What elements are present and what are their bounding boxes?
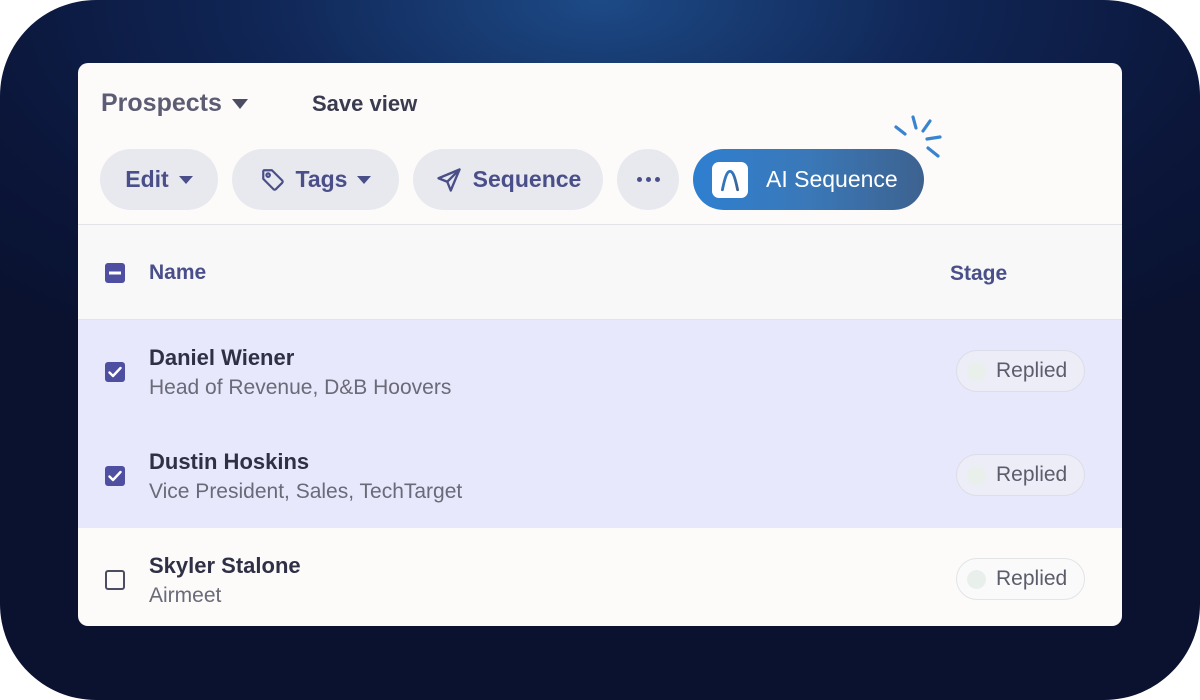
view-title: Prospects	[101, 89, 222, 117]
tags-label: Tags	[295, 166, 348, 192]
prospect-title: Airmeet	[149, 584, 222, 607]
table-header: Name Stage	[78, 224, 1122, 320]
stage-badge[interactable]: Replied	[956, 454, 1085, 496]
edit-label: Edit	[125, 166, 169, 192]
stage-dot-icon	[967, 569, 986, 589]
stage-label: Replied	[996, 463, 1068, 486]
table-row[interactable]: Daniel Wiener Head of Revenue, D&B Hoove…	[78, 320, 1122, 424]
ai-sequence-label: AI Sequence	[766, 166, 898, 192]
ai-logo-icon	[712, 161, 748, 198]
table-row[interactable]: Dustin Hoskins Vice President, Sales, Te…	[78, 424, 1122, 528]
column-header-name[interactable]: Name	[149, 261, 206, 285]
save-view-button[interactable]: Save view	[312, 91, 417, 117]
sequence-button[interactable]: Sequence	[413, 149, 603, 210]
prospects-panel: Prospects Save view Edit Tags Sequence A…	[78, 63, 1122, 626]
prospect-title: Head of Revenue, D&B Hoovers	[149, 376, 452, 399]
table-row[interactable]: Skyler Stalone Airmeet Replied	[78, 528, 1122, 626]
column-header-stage[interactable]: Stage	[950, 262, 1007, 286]
stage-label: Replied	[996, 567, 1068, 590]
more-dots-icon	[636, 177, 660, 182]
send-icon	[437, 167, 461, 192]
row-checkbox[interactable]	[105, 466, 125, 486]
stage-badge[interactable]: Replied	[956, 350, 1085, 392]
edit-button[interactable]: Edit	[100, 149, 218, 210]
more-actions-button[interactable]	[617, 149, 679, 210]
tag-icon	[261, 168, 284, 191]
app-frame: Prospects Save view Edit Tags Sequence A…	[0, 0, 1200, 700]
prospect-name[interactable]: Dustin Hoskins	[149, 449, 309, 475]
tags-button[interactable]: Tags	[232, 149, 399, 210]
caret-down-icon	[357, 175, 372, 184]
view-selector[interactable]: Prospects	[101, 89, 248, 118]
minus-icon	[109, 271, 121, 275]
checkmark-icon	[108, 366, 122, 378]
row-checkbox[interactable]	[105, 570, 125, 590]
sequence-label: Sequence	[472, 166, 582, 192]
select-all-checkbox[interactable]	[105, 263, 125, 283]
caret-down-icon	[178, 175, 193, 184]
row-checkbox[interactable]	[105, 362, 125, 382]
panel-header: Prospects Save view Edit Tags Sequence A…	[78, 63, 1122, 223]
caret-down-icon	[231, 98, 248, 109]
prospect-name[interactable]: Daniel Wiener	[149, 345, 294, 371]
stage-dot-icon	[967, 361, 986, 381]
stage-badge[interactable]: Replied	[956, 558, 1085, 600]
prospect-title: Vice President, Sales, TechTarget	[149, 480, 463, 503]
sparkle-icon	[894, 115, 942, 158]
stage-label: Replied	[996, 359, 1068, 382]
checkmark-icon	[108, 470, 122, 482]
stage-dot-icon	[967, 465, 986, 485]
prospect-name[interactable]: Skyler Stalone	[149, 553, 301, 579]
